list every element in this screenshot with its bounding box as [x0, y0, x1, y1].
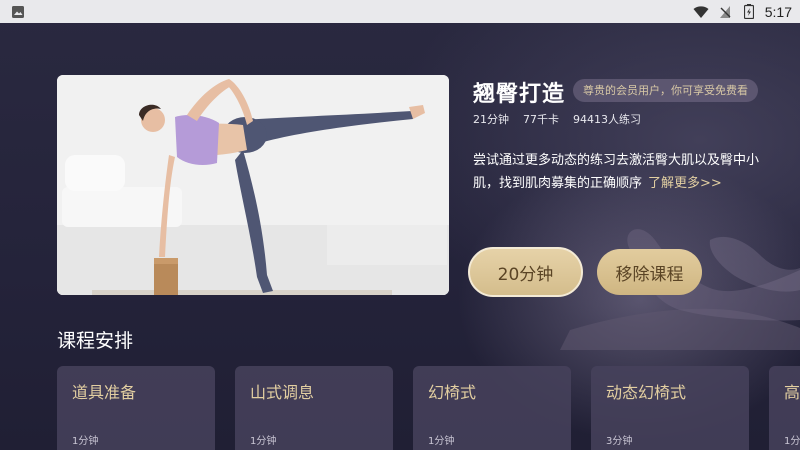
app-screen: 5:17 翘臀打造 尊贵的会员用户，你可享受免费看 21分钟 77千卡 9441… — [0, 0, 800, 450]
status-time: 5:17 — [764, 3, 792, 20]
lesson-name: 高 — [784, 383, 800, 402]
lesson-duration: 1分钟 — [250, 436, 277, 447]
no-sim-icon — [717, 4, 733, 20]
lesson-duration: 3分钟 — [606, 436, 633, 447]
remove-course-button[interactable]: 移除课程 — [597, 249, 702, 295]
stat-duration: 21分钟 — [473, 113, 509, 126]
course-stats: 21分钟 77千卡 94413人练习 — [473, 111, 641, 127]
course-cover-image[interactable] — [57, 75, 449, 295]
lesson-card[interactable]: 山式调息 1分钟 — [235, 366, 393, 450]
course-title: 翘臀打造 — [473, 82, 566, 107]
lesson-duration: 1分钟 — [428, 436, 455, 447]
lesson-card[interactable]: 幻椅式 1分钟 — [413, 366, 571, 450]
wifi-icon — [693, 4, 709, 20]
status-bar: 5:17 — [0, 0, 800, 23]
image-icon — [10, 4, 26, 20]
lesson-card[interactable]: 道具准备 1分钟 — [57, 366, 215, 450]
lesson-card[interactable]: 高 1分钟 — [769, 366, 800, 450]
lesson-duration: 1分钟 — [784, 436, 800, 447]
stat-calories: 77千卡 — [523, 113, 559, 126]
member-badge: 尊贵的会员用户，你可享受免费看 — [573, 79, 758, 102]
learn-more-link[interactable]: 了解更多>> — [648, 176, 722, 191]
lesson-name: 山式调息 — [250, 383, 315, 402]
schedule-title: 课程安排 — [57, 330, 134, 352]
start-duration-button[interactable]: 20分钟 — [468, 247, 583, 297]
lesson-name: 幻椅式 — [428, 383, 477, 402]
lesson-duration: 1分钟 — [72, 436, 99, 447]
battery-charging-icon — [741, 4, 757, 20]
lesson-card[interactable]: 动态幻椅式 3分钟 — [591, 366, 749, 450]
lesson-list: 道具准备 1分钟 山式调息 1分钟 幻椅式 1分钟 动态幻椅式 3分钟 高 1分… — [57, 366, 800, 450]
yoga-pose-illustration — [57, 75, 449, 295]
stat-practitioners: 94413人练习 — [573, 113, 641, 126]
lesson-name: 道具准备 — [72, 383, 137, 402]
course-description: 尝试通过更多动态的练习去激活臀大肌以及臀中小肌，找到肌肉募集的正确顺序 了解更多>… — [473, 149, 773, 195]
lesson-name: 动态幻椅式 — [606, 383, 687, 402]
